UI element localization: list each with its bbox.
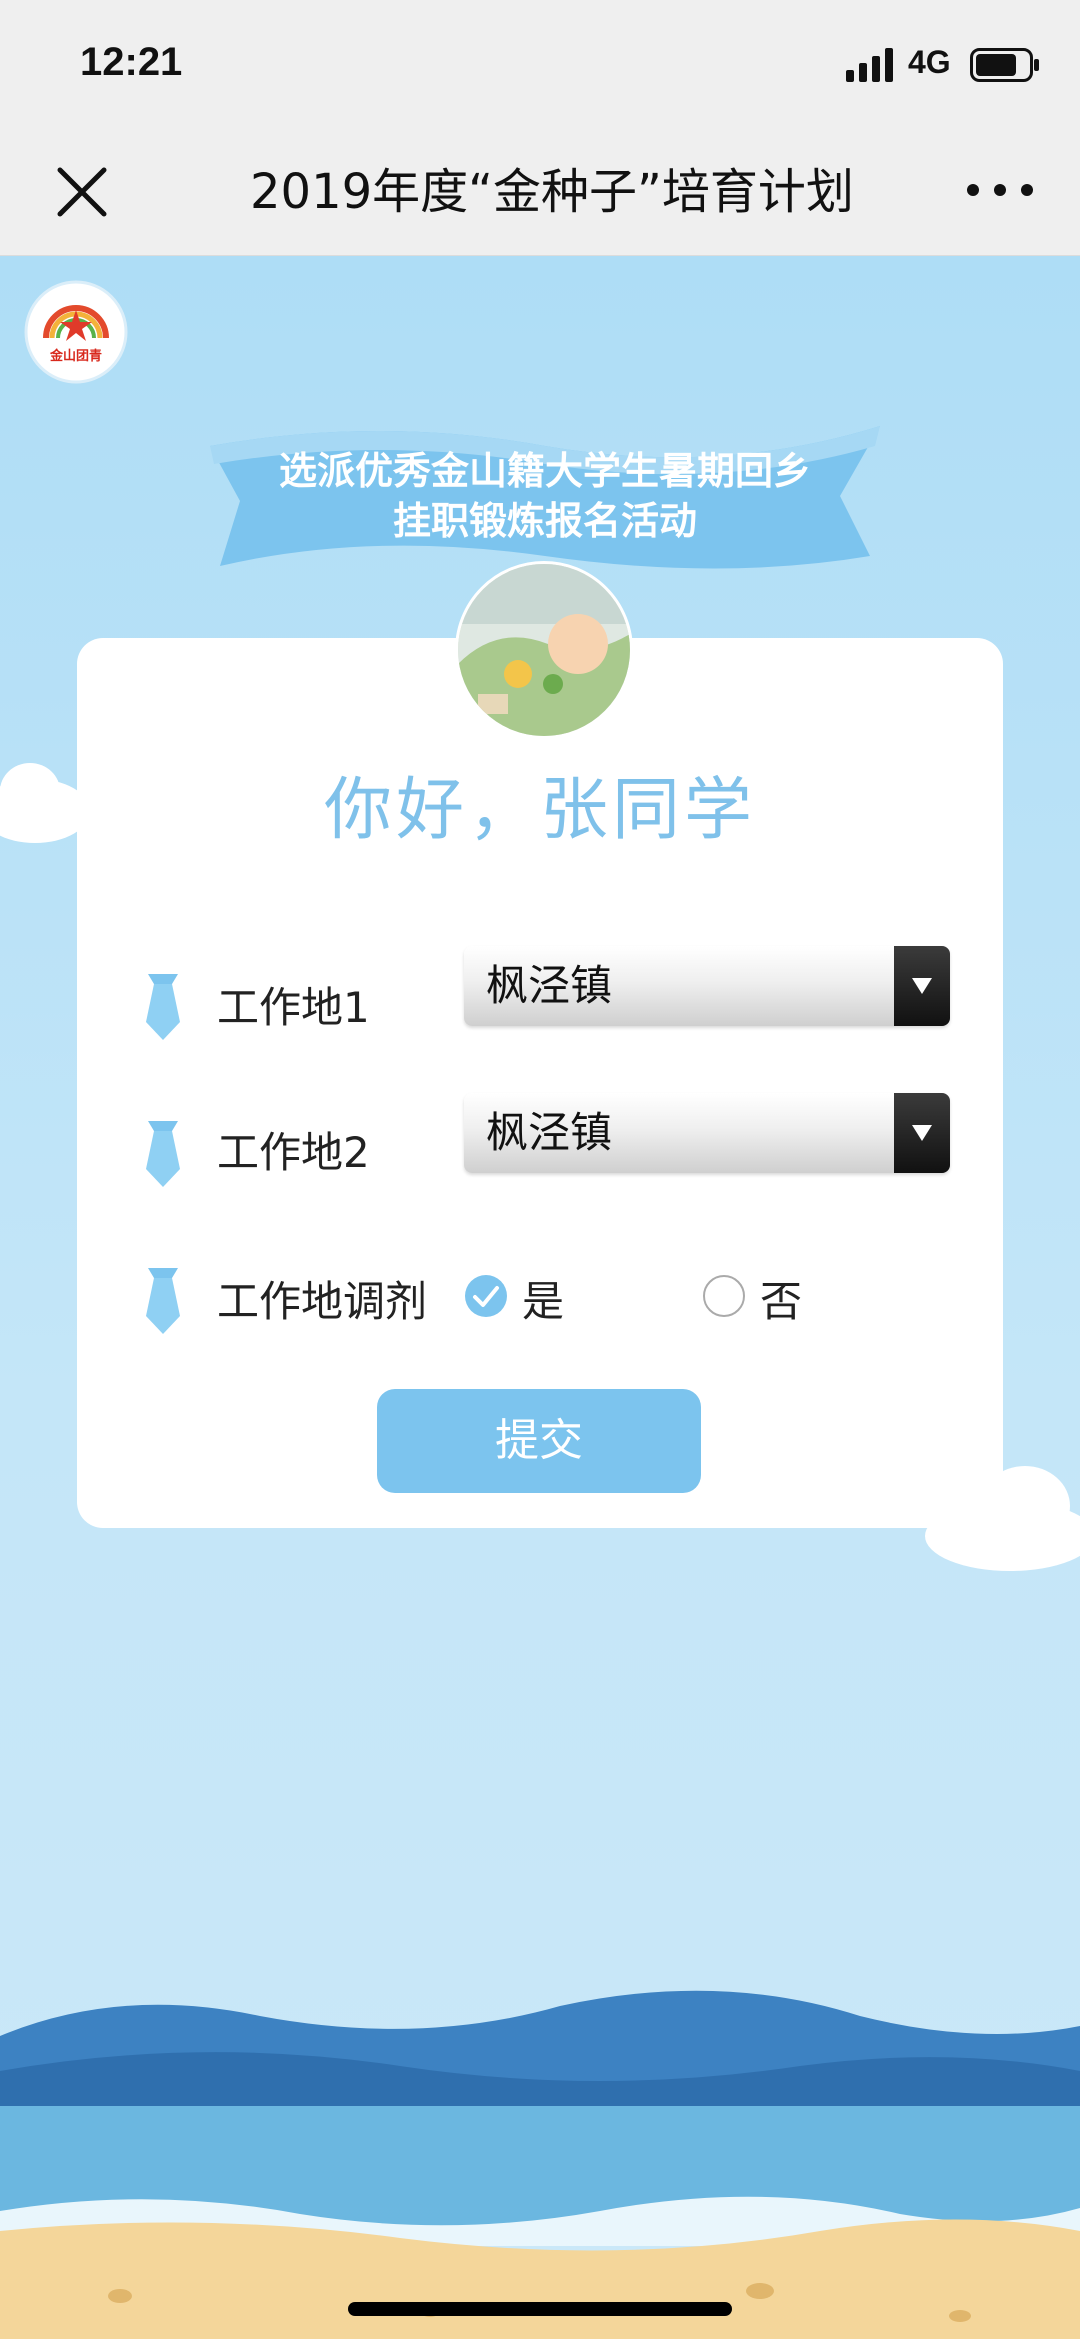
more-icon[interactable] [965, 170, 1035, 210]
greeting-text: 你好，张同学 [323, 771, 756, 850]
banner-line-2: 挂职锻炼报名活动 [393, 499, 697, 543]
logo: 金山团青 [24, 280, 128, 384]
avatar-image [458, 564, 630, 736]
workplace2-select[interactable]: 枫泾镇 [464, 1093, 950, 1173]
close-icon[interactable] [50, 160, 114, 224]
radio-yes-label[interactable]: 是 [522, 1268, 564, 1329]
radio-no[interactable] [702, 1274, 746, 1318]
beach-scene [0, 1990, 1080, 2339]
battery-icon [970, 48, 1039, 82]
radio-no-label[interactable]: 否 [760, 1268, 802, 1329]
workplace1-label: 工作地1 [217, 983, 370, 1032]
chevron-down-icon [912, 1125, 932, 1141]
tie-icon [146, 1268, 180, 1334]
banner-line-1: 选派优秀金山籍大学生暑期回乡 [279, 449, 811, 493]
tie-icon [146, 1121, 180, 1187]
chevron-down-icon [912, 978, 932, 994]
logo-text: 金山团青 [49, 348, 102, 364]
adjust-label: 工作地调剂 [217, 1277, 428, 1326]
tie-icon [146, 974, 180, 1040]
home-indicator [348, 2302, 732, 2316]
status-bar: 12:21 4G [0, 0, 1080, 130]
signal-icon [846, 48, 893, 82]
nav-bar: 2019年度“金种子”培育计划 [0, 130, 1080, 256]
workplace1-value: 枫泾镇 [486, 961, 613, 1010]
network-type: 4G [908, 44, 951, 80]
status-time: 12:21 [80, 40, 183, 84]
page-title: 2019年度“金种子”培育计划 [250, 164, 854, 220]
workplace2-label: 工作地2 [217, 1128, 370, 1177]
dropdown-arrow[interactable] [894, 1093, 950, 1173]
submit-button[interactable]: 提交 [377, 1389, 701, 1493]
radio-yes-checked[interactable] [464, 1274, 508, 1318]
workplace2-value: 枫泾镇 [486, 1108, 613, 1157]
workplace1-select[interactable]: 枫泾镇 [464, 946, 950, 1026]
page-content: 金山团青 选派优秀金山籍大学生暑期回乡 挂职锻炼报名活动 你好，张同学 工作地1… [0, 256, 1080, 2339]
avatar [455, 561, 633, 739]
banner-ribbon: 选派优秀金山籍大学生暑期回乡 挂职锻炼报名活动 [210, 426, 880, 569]
dropdown-arrow[interactable] [894, 946, 950, 1026]
